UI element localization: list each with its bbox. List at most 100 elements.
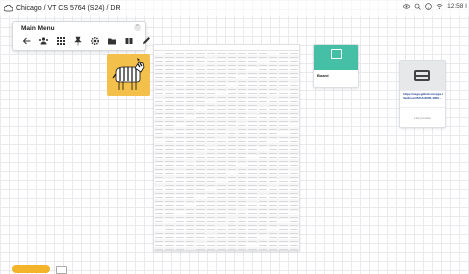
- table-cell: [175, 116, 185, 118]
- table-cell: [217, 56, 226, 58]
- table-cell: [155, 80, 164, 82]
- table-cell: [217, 172, 226, 174]
- bottom-toolbar-pill[interactable]: [12, 265, 50, 273]
- table-cell: [206, 236, 216, 238]
- table-cell: [268, 240, 278, 242]
- table-cell: [248, 172, 257, 174]
- table-cell: [186, 116, 195, 118]
- table-cell: [237, 112, 247, 114]
- table-cell: [248, 80, 257, 82]
- link-preview-card[interactable]: https://vega.github.io/vega-lite/docs/35…: [399, 60, 446, 128]
- table-cell: [217, 184, 226, 186]
- table-cell: [258, 204, 267, 206]
- table-cell: [227, 64, 236, 66]
- table-cell: [155, 76, 164, 78]
- settings-icon[interactable]: [89, 35, 100, 46]
- table-cell: [165, 224, 174, 226]
- main-menu-panel[interactable]: Main Menu ⌃: [12, 21, 150, 51]
- table-cell: [175, 176, 185, 178]
- zebra-icon: [112, 58, 145, 90]
- table-cell: [268, 176, 278, 178]
- table-cell: [165, 56, 174, 58]
- table-cell: [237, 100, 247, 102]
- table-cell: [196, 160, 205, 162]
- table-cell: [258, 52, 267, 54]
- collapse-icon[interactable]: ⌃: [134, 24, 141, 31]
- table-cell: [279, 140, 288, 142]
- table-cell: [196, 84, 205, 86]
- table-cell: [175, 240, 185, 242]
- users-icon[interactable]: [38, 35, 49, 46]
- wifi-icon: [436, 4, 443, 9]
- table-cell: [227, 228, 236, 230]
- table-cell: [237, 196, 247, 198]
- table-cell: [175, 144, 185, 146]
- folder-icon[interactable]: [106, 35, 117, 46]
- table-cell: [268, 204, 278, 206]
- table-cell: [289, 228, 299, 230]
- table-cell: [248, 240, 257, 242]
- table-cell: [237, 152, 247, 154]
- link-card-footer: Link preview: [400, 107, 445, 128]
- table-cell: [258, 236, 267, 238]
- table-cell: [186, 228, 195, 230]
- table-cell: [196, 64, 205, 66]
- table-cell: [268, 228, 278, 230]
- search-icon[interactable]: [414, 3, 421, 10]
- help-icon[interactable]: [425, 3, 432, 10]
- table-cell: [289, 204, 299, 206]
- table-cell: [155, 152, 164, 154]
- grid-icon[interactable]: [55, 35, 66, 46]
- table-cell: [206, 224, 216, 226]
- table-cell: [237, 76, 247, 78]
- table-cell: [155, 220, 164, 222]
- spreadsheet-document[interactable]: [153, 44, 300, 251]
- table-cell: [227, 204, 236, 206]
- eye-icon[interactable]: [403, 3, 411, 10]
- book-icon[interactable]: [123, 35, 134, 46]
- table-cell: [165, 116, 174, 118]
- table-cell: [258, 104, 267, 106]
- table-cell: [258, 212, 267, 214]
- table-cell: [165, 232, 174, 234]
- table-cell: [289, 148, 299, 150]
- table-cell: [217, 116, 226, 118]
- bottom-toggle-button[interactable]: [56, 266, 67, 274]
- table-cell: [186, 72, 195, 74]
- table-cell: [186, 204, 195, 206]
- board-card[interactable]: Board: [313, 44, 359, 88]
- table-cell: [186, 248, 195, 250]
- table-cell: [165, 132, 174, 134]
- table-cell: [196, 56, 205, 58]
- arrow-left-icon[interactable]: [21, 35, 32, 46]
- table-cell: [175, 204, 185, 206]
- table-cell: [227, 200, 236, 202]
- table-cell: [165, 64, 174, 66]
- table-cell: [237, 64, 247, 66]
- table-cell: [268, 104, 278, 106]
- link-url[interactable]: https://vega.github.io/vega-lite/docs/35…: [403, 92, 443, 100]
- table-cell: [268, 224, 278, 226]
- table-cell: [155, 132, 164, 134]
- pin-icon[interactable]: [72, 35, 83, 46]
- table-cell: [155, 196, 164, 198]
- table-cell: [155, 100, 164, 102]
- table-cell: [155, 216, 164, 218]
- table-cell: [206, 164, 216, 166]
- breadcrumb[interactable]: Chicago / VT CS 5764 (S24) / DR: [4, 4, 121, 12]
- table-cell: [165, 168, 174, 170]
- table-cell: [165, 96, 174, 98]
- table-cell: [258, 216, 267, 218]
- table-cell: [227, 116, 236, 118]
- table-cell: [237, 60, 247, 62]
- table-cell: [258, 96, 267, 98]
- table-cell: [186, 128, 195, 130]
- table-cell: [279, 216, 288, 218]
- table-cell: [186, 80, 195, 82]
- table-cell: [196, 88, 205, 90]
- table-cell: [206, 228, 216, 230]
- table-cell: [155, 224, 164, 226]
- zebra-sticker[interactable]: [107, 54, 150, 96]
- pencil-icon[interactable]: [140, 35, 151, 46]
- table-cell: [237, 56, 247, 58]
